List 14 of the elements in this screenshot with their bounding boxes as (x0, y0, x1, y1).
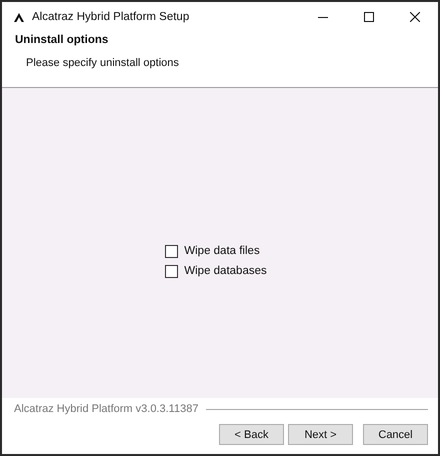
window-title: Alcatraz Hybrid Platform Setup (32, 11, 190, 23)
page-subtitle: Please specify uninstall options (25, 56, 180, 69)
checkbox[interactable] (165, 244, 178, 258)
back-button[interactable]: < Back (219, 424, 284, 445)
version-label: Alcatraz Hybrid Platform v3.0.3.11387 (14, 403, 198, 415)
page-title: Uninstall options (14, 33, 110, 46)
checkbox-label: Wipe databases (184, 265, 267, 277)
close-icon (410, 12, 420, 22)
checkbox-label: Wipe data files (184, 245, 260, 257)
next-button[interactable]: Next > (288, 424, 353, 445)
cancel-button[interactable]: Cancel (363, 424, 428, 445)
logo-icon (14, 12, 24, 22)
maximize-icon (364, 12, 374, 22)
checkbox[interactable] (165, 264, 178, 278)
